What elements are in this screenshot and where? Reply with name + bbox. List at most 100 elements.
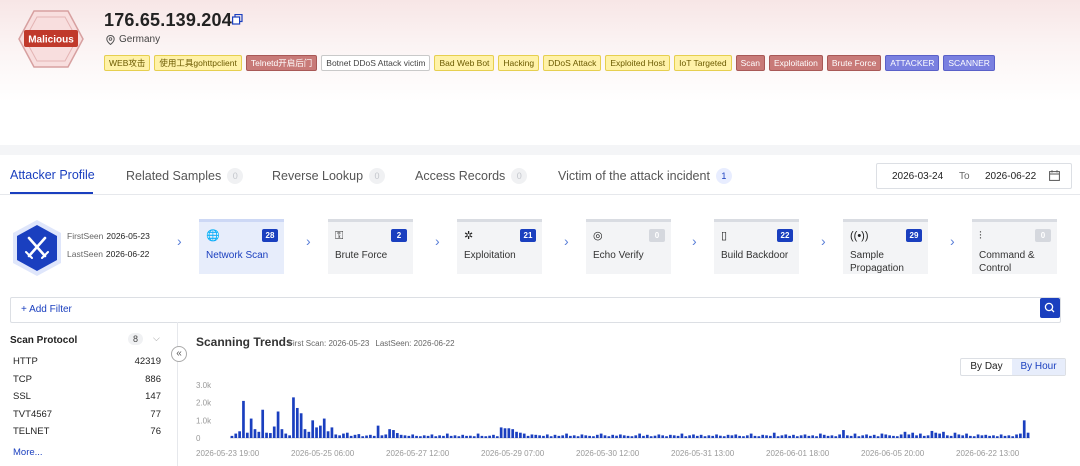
chart-bar[interactable] xyxy=(592,436,595,438)
chart-bar[interactable] xyxy=(326,431,330,438)
chart-bar[interactable] xyxy=(311,420,315,438)
chart-bar[interactable] xyxy=(588,435,591,438)
chart-bar[interactable] xyxy=(776,436,780,438)
chart-bar[interactable] xyxy=(780,435,784,438)
chart-bar[interactable] xyxy=(515,431,518,438)
chart-bar[interactable] xyxy=(557,435,561,438)
chart-bar[interactable] xyxy=(972,436,976,438)
chart-bar[interactable] xyxy=(1003,435,1007,438)
protocol-row[interactable]: TVT4567 77 xyxy=(13,409,161,420)
chart-bar[interactable] xyxy=(230,435,234,438)
chevron-down-icon[interactable]: ⌵ xyxy=(153,333,160,344)
chart-bar[interactable] xyxy=(642,435,645,438)
chart-bar[interactable] xyxy=(545,434,549,438)
chart-bar[interactable] xyxy=(553,434,557,438)
chart-bar[interactable] xyxy=(676,435,680,438)
chart-bar[interactable] xyxy=(988,435,991,438)
chart-bar[interactable] xyxy=(1019,433,1022,438)
chart-bar[interactable] xyxy=(376,425,380,438)
chart-bar[interactable] xyxy=(303,429,307,438)
phase-card[interactable]: ◎ 0 Echo Verify xyxy=(586,219,671,274)
chart-bar[interactable] xyxy=(503,428,507,438)
chart-bar[interactable] xyxy=(711,435,715,438)
chart-bar[interactable] xyxy=(565,433,568,438)
tab-access-records[interactable]: Access Records 0 xyxy=(415,168,528,184)
chart-bar[interactable] xyxy=(661,435,665,438)
chart-bar[interactable] xyxy=(826,435,830,438)
chart-bar[interactable] xyxy=(984,434,988,438)
chart-bar[interactable] xyxy=(561,435,565,438)
chart-bar[interactable] xyxy=(403,435,407,438)
chart-bar[interactable] xyxy=(999,434,1003,438)
chart-bar[interactable] xyxy=(369,434,372,438)
chart-bar[interactable] xyxy=(1015,434,1018,438)
chart-bar[interactable] xyxy=(980,435,984,438)
chart-bar[interactable] xyxy=(672,435,676,438)
chart-bar[interactable] xyxy=(484,436,488,438)
chart-bar[interactable] xyxy=(742,436,745,438)
chart-bar[interactable] xyxy=(238,431,241,438)
chart-bar[interactable] xyxy=(922,435,926,438)
chart-bar[interactable] xyxy=(745,435,749,438)
search-button[interactable] xyxy=(1040,298,1060,318)
chart-bar[interactable] xyxy=(822,434,826,438)
chart-bar[interactable] xyxy=(419,436,422,438)
chart-bar[interactable] xyxy=(938,433,941,438)
chart-bar[interactable] xyxy=(857,436,861,438)
add-filter-button[interactable]: + Add Filter xyxy=(21,304,72,315)
protocol-row[interactable]: SSL 147 xyxy=(13,391,161,402)
chart-bar[interactable] xyxy=(872,434,876,438)
chart-bar[interactable] xyxy=(272,426,276,438)
chart-bar[interactable] xyxy=(634,435,638,438)
chart-bar[interactable] xyxy=(395,433,399,438)
date-range-picker[interactable]: 2026-03-24 To 2026-06-22 xyxy=(876,163,1072,189)
chart-bar[interactable] xyxy=(584,435,588,438)
chart-bar[interactable] xyxy=(884,434,888,438)
chart-bar[interactable] xyxy=(853,433,857,438)
chart-bar[interactable] xyxy=(926,435,930,438)
chart-bar[interactable] xyxy=(930,430,934,438)
copy-icon[interactable] xyxy=(232,14,243,25)
chart-bar[interactable] xyxy=(799,435,803,438)
chart-bar[interactable] xyxy=(949,435,953,438)
chart-bar[interactable] xyxy=(315,427,318,438)
chart-bar[interactable] xyxy=(903,431,907,438)
chart-bar[interactable] xyxy=(476,433,480,438)
chart-bar[interactable] xyxy=(530,434,534,438)
chart-bar[interactable] xyxy=(715,434,718,438)
tab-victim-attack-incident[interactable]: Victim of the attack incident 1 xyxy=(558,168,732,184)
chart-bar[interactable] xyxy=(276,411,280,439)
chart-bar[interactable] xyxy=(842,430,845,438)
chart-bar[interactable] xyxy=(845,435,849,438)
chart-bar[interactable] xyxy=(569,435,572,438)
chart-bar[interactable] xyxy=(461,434,465,438)
chart-bar[interactable] xyxy=(280,429,284,438)
chart-bar[interactable] xyxy=(876,436,880,438)
chart-bar[interactable] xyxy=(511,429,515,438)
chart-bar[interactable] xyxy=(888,435,891,438)
chart-bar[interactable] xyxy=(407,435,411,438)
chart-bar[interactable] xyxy=(526,435,530,438)
chart-bar[interactable] xyxy=(522,433,526,438)
chart-bar[interactable] xyxy=(626,435,630,438)
chart-bar[interactable] xyxy=(299,413,303,438)
chart-bar[interactable] xyxy=(549,436,553,438)
chart-bar[interactable] xyxy=(330,427,334,438)
chart-bar[interactable] xyxy=(749,433,753,438)
chart-bar[interactable] xyxy=(638,433,641,438)
chart-bar[interactable] xyxy=(603,435,607,438)
chart-bar[interactable] xyxy=(622,435,626,438)
chart-bar[interactable] xyxy=(669,434,672,438)
chart-bar[interactable] xyxy=(353,434,357,438)
chart-bar[interactable] xyxy=(295,407,299,438)
chart-bar[interactable] xyxy=(234,433,238,438)
chart-bar[interactable] xyxy=(415,435,418,438)
chart-bar[interactable] xyxy=(430,434,434,438)
chart-bar[interactable] xyxy=(457,436,461,438)
chart-bar[interactable] xyxy=(319,425,322,438)
chart-bar[interactable] xyxy=(649,436,653,438)
chart-bar[interactable] xyxy=(965,433,968,438)
chart-bar[interactable] xyxy=(861,435,865,438)
chart-bar[interactable] xyxy=(653,435,657,438)
chart-bar[interactable] xyxy=(892,435,895,438)
